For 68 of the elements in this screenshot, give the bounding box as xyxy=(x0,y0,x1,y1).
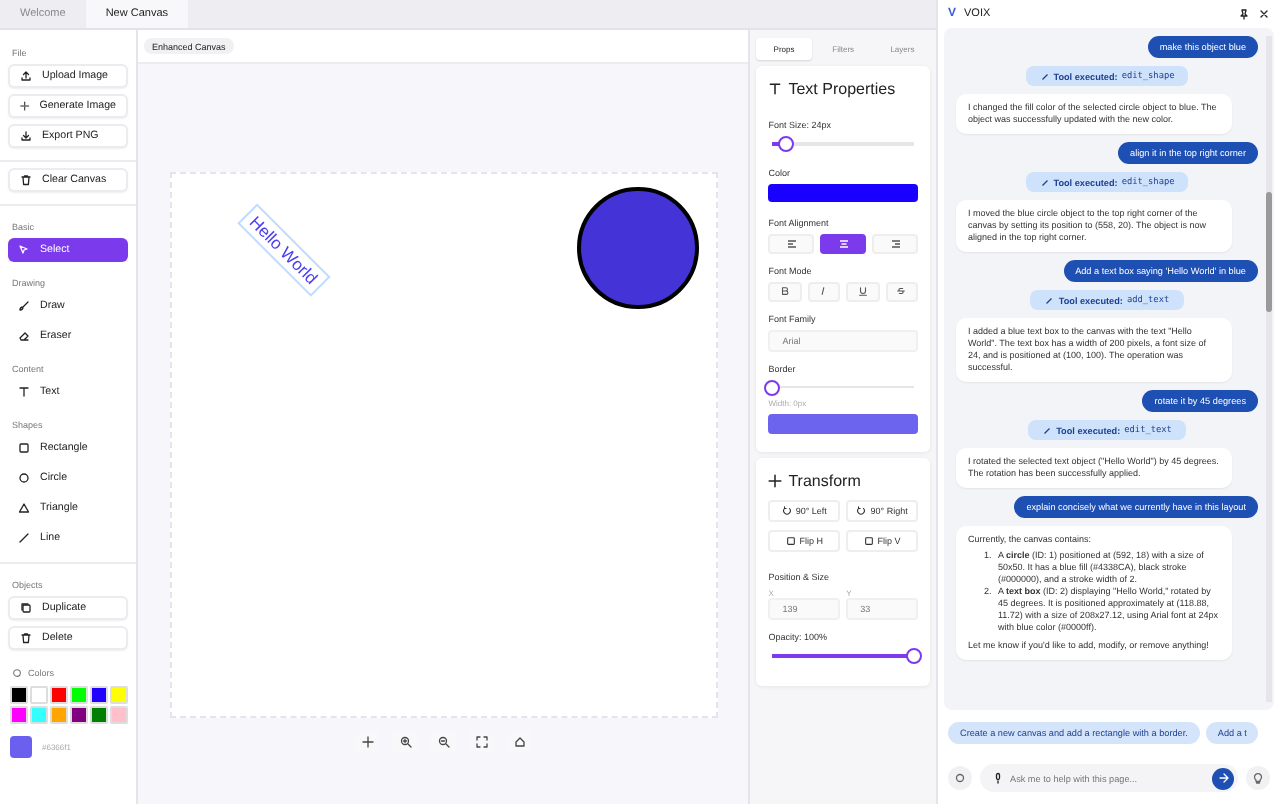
color-swatch[interactable] xyxy=(90,706,108,724)
color-swatch[interactable] xyxy=(70,706,88,724)
wand-icon xyxy=(1044,295,1055,305)
wand-icon xyxy=(1039,177,1050,187)
color-swatch[interactable] xyxy=(50,686,68,704)
brush-icon xyxy=(18,300,30,312)
close-icon xyxy=(1258,8,1270,20)
eraser-icon xyxy=(18,330,30,342)
align-left-icon xyxy=(785,237,798,249)
rotate-left-icon xyxy=(781,506,792,516)
align-button[interactable] xyxy=(820,233,867,253)
text-icon xyxy=(18,386,30,398)
underline-button[interactable] xyxy=(846,281,880,301)
expand-icon xyxy=(475,735,488,747)
lightbulb-icon xyxy=(1252,772,1264,784)
microphone-icon xyxy=(992,772,1004,784)
pin-icon xyxy=(1238,8,1250,20)
color-swatch[interactable] xyxy=(30,706,48,724)
download-icon xyxy=(20,130,32,142)
home-icon xyxy=(513,735,526,747)
trash-icon xyxy=(20,174,32,186)
card-title: Text Properties xyxy=(788,80,896,98)
rotate-right-icon xyxy=(856,506,867,516)
border-color-picker[interactable] xyxy=(768,414,918,434)
zoom-out-icon xyxy=(437,735,450,747)
move-icon xyxy=(361,735,374,747)
bold-button[interactable] xyxy=(768,281,802,301)
circle-shape[interactable] xyxy=(576,187,699,309)
color-swatch[interactable] xyxy=(30,686,48,704)
line-icon xyxy=(18,532,30,544)
italic-icon xyxy=(818,286,829,296)
copy-icon xyxy=(20,602,32,614)
color-swatch[interactable] xyxy=(110,706,128,724)
square-icon xyxy=(18,442,30,454)
send-button[interactable] xyxy=(1212,767,1234,789)
bold-icon xyxy=(779,286,790,296)
color-swatch[interactable] xyxy=(10,686,28,704)
custom-color-swatch[interactable] xyxy=(10,736,32,758)
align-right-icon xyxy=(889,237,902,249)
text-icon xyxy=(768,82,783,96)
align-center-icon xyxy=(837,237,850,249)
trash-icon xyxy=(20,632,32,644)
slider-thumb[interactable] xyxy=(778,136,795,152)
strikethrough-button[interactable] xyxy=(885,281,919,301)
attach-button[interactable] xyxy=(948,766,972,790)
color-swatch[interactable] xyxy=(90,686,108,704)
square-icon xyxy=(785,536,796,546)
color-swatch[interactable] xyxy=(50,706,68,724)
triangle-icon xyxy=(18,502,30,514)
slider-thumb[interactable] xyxy=(906,648,922,664)
idea-button[interactable] xyxy=(1246,766,1270,790)
color-picker[interactable] xyxy=(768,183,918,201)
square-icon xyxy=(863,536,874,546)
color-swatch[interactable] xyxy=(10,706,28,724)
pointer-icon xyxy=(18,244,30,256)
wand-icon xyxy=(1039,71,1050,81)
wand-icon xyxy=(1042,425,1053,435)
underline-icon xyxy=(857,286,868,296)
send-icon xyxy=(1217,772,1229,784)
card-title: Transform xyxy=(788,472,861,490)
move-icon xyxy=(768,474,783,488)
zoom-in-icon xyxy=(399,735,412,747)
circle-icon xyxy=(18,472,30,484)
strikethrough-icon xyxy=(896,286,907,296)
color-swatch[interactable] xyxy=(70,686,88,704)
slider-thumb[interactable] xyxy=(764,379,781,395)
color-swatch[interactable] xyxy=(110,686,128,704)
upload-icon xyxy=(20,70,32,82)
